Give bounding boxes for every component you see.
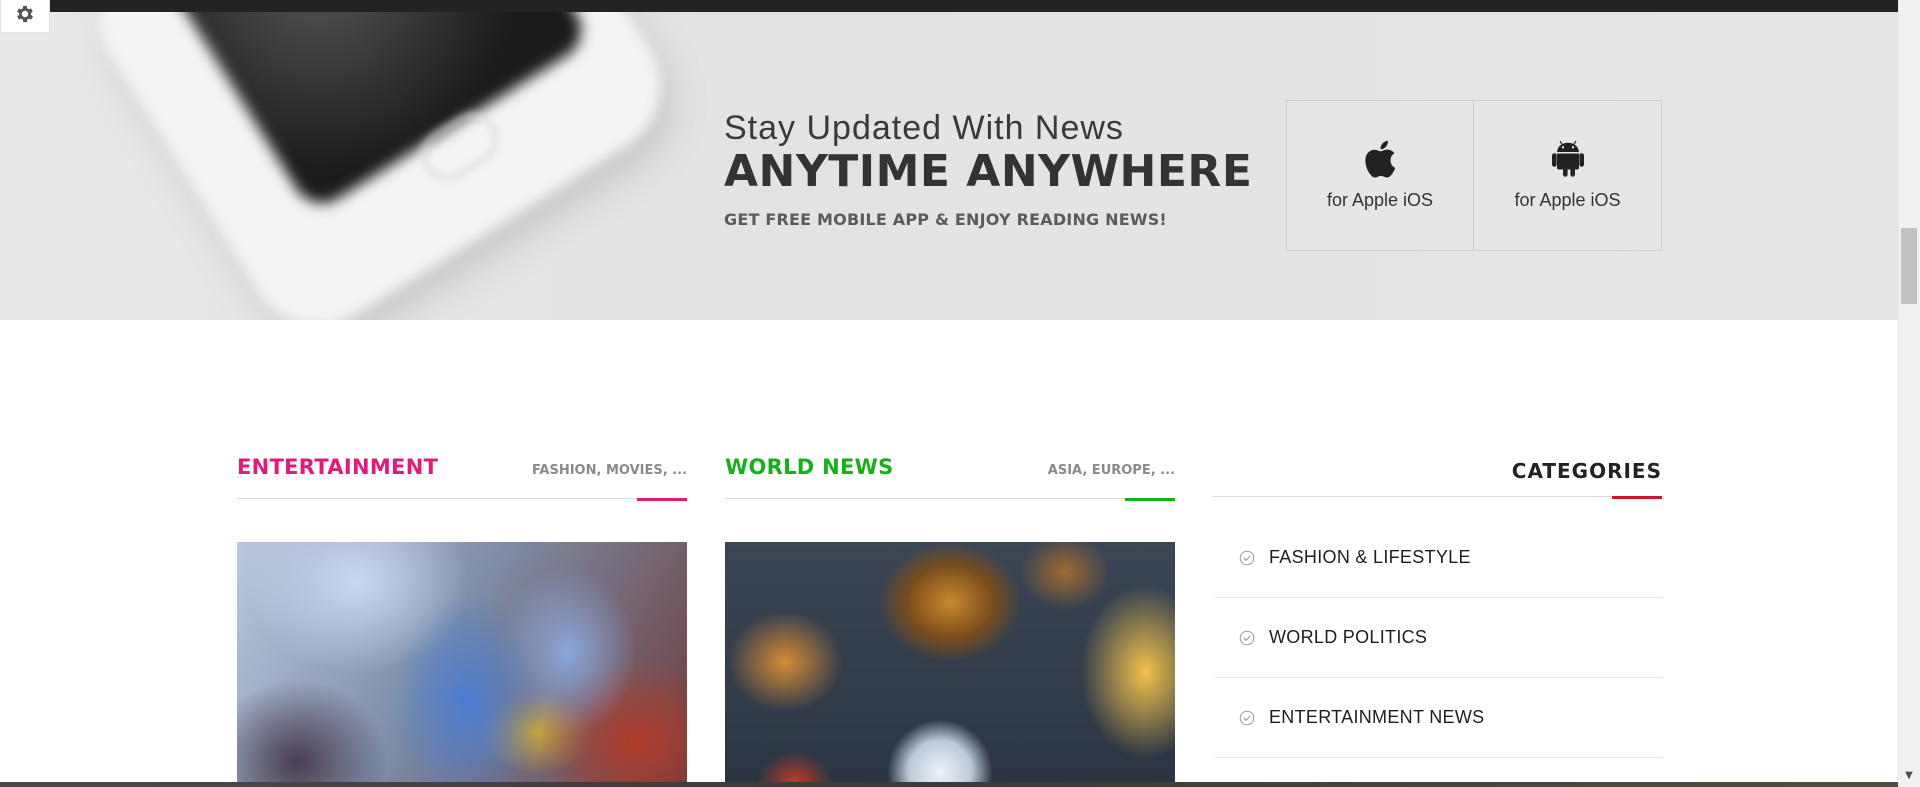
check-circle-icon <box>1239 630 1255 646</box>
app-store-buttons: for Apple iOS for Apple iOS <box>1286 100 1662 251</box>
banner-heading: ANYTIME ANYWHERE <box>724 146 1253 197</box>
world-news-section-tags[interactable]: ASIA, EUROPE, ... <box>1048 463 1175 478</box>
scrollbar-track[interactable] <box>1898 0 1920 787</box>
world-news-section-title[interactable]: WORLD NEWS <box>725 455 894 479</box>
banner-tagline: GET FREE MOBILE APP & ENJOY READING NEWS… <box>724 210 1167 229</box>
gear-icon <box>14 3 36 29</box>
categories-section-header: CATEGORIES <box>1212 443 1662 499</box>
entertainment-feature-image[interactable] <box>237 542 687 787</box>
category-item-fashion-lifestyle[interactable]: FASHION & LIFESTYLE <box>1215 518 1662 598</box>
app-download-banner: Stay Updated With News ANYTIME ANYWHERE … <box>0 12 1898 320</box>
categories-list: FASHION & LIFESTYLE WORLD POLITICS ENTER… <box>1215 518 1662 758</box>
android-app-button[interactable]: for Apple iOS <box>1474 100 1662 251</box>
bottom-edge <box>0 782 1898 787</box>
android-app-label: for Apple iOS <box>1514 190 1621 210</box>
entertainment-section-header: ENTERTAINMENT FASHION, MOVIES, ... <box>237 443 687 501</box>
scrollbar-thumb[interactable] <box>1901 228 1917 304</box>
world-news-feature-image[interactable] <box>725 542 1175 787</box>
world-news-accent-line <box>1125 498 1175 501</box>
banner-text: Stay Updated With News ANYTIME ANYWHERE … <box>724 110 1252 229</box>
categories-section-title: CATEGORIES <box>1511 459 1662 483</box>
entertainment-section-tags[interactable]: FASHION, MOVIES, ... <box>532 463 687 478</box>
categories-accent-line <box>1612 496 1662 499</box>
top-bar <box>0 0 1898 12</box>
category-label: FASHION & LIFESTYLE <box>1269 547 1471 567</box>
ios-app-button[interactable]: for Apple iOS <box>1286 100 1474 251</box>
category-item-world-politics[interactable]: WORLD POLITICS <box>1215 598 1662 678</box>
check-circle-icon <box>1239 550 1255 566</box>
entertainment-section-title[interactable]: ENTERTAINMENT <box>237 455 438 479</box>
entertainment-accent-line <box>637 498 687 501</box>
settings-toggle-button[interactable] <box>0 0 50 33</box>
apple-icon <box>1364 140 1396 182</box>
category-label: WORLD POLITICS <box>1269 627 1428 647</box>
banner-subheading: Stay Updated With News <box>724 109 1124 147</box>
ios-app-label: for Apple iOS <box>1326 190 1434 210</box>
world-news-section-header: WORLD NEWS ASIA, EUROPE, ... <box>725 443 1175 501</box>
category-item-entertainment-news[interactable]: ENTERTAINMENT NEWS <box>1215 678 1662 758</box>
category-label: ENTERTAINMENT NEWS <box>1269 707 1485 727</box>
check-circle-icon <box>1239 710 1255 726</box>
android-icon <box>1551 140 1584 182</box>
scroll-down-arrow-icon[interactable]: ▼ <box>1901 768 1917 784</box>
